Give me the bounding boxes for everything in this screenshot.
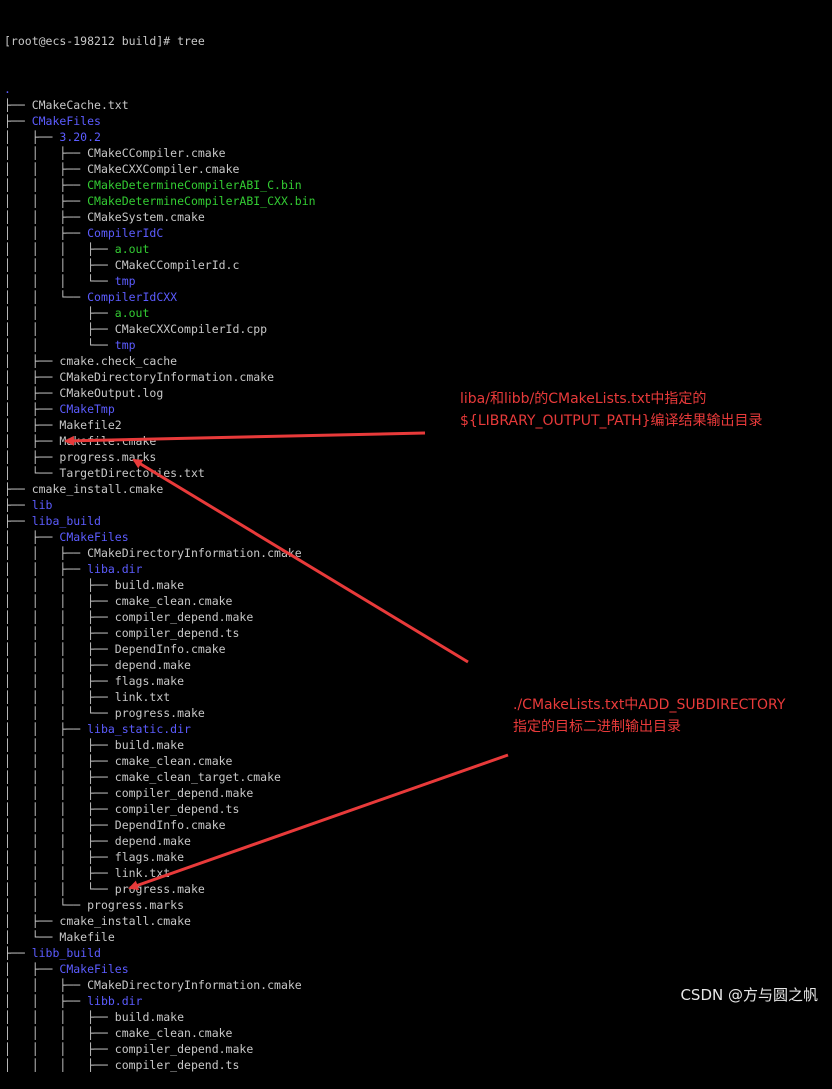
- tree-branch: │ │ │ ├──: [4, 1026, 115, 1040]
- tree-line: │ │ │ ├── cmake_clean.cmake: [4, 1025, 832, 1041]
- tree-branch: │ │ │ ├──: [4, 1058, 115, 1072]
- annotation-subdirectory-output: ./CMakeLists.txt中ADD_SUBDIRECTORY 指定的目标二…: [513, 694, 785, 738]
- annotation-line: ./CMakeLists.txt中ADD_SUBDIRECTORY: [513, 697, 786, 713]
- annotation-line: 指定的目标二进制输出目录: [513, 719, 681, 735]
- file-entry: cmake_clean.cmake: [114, 1026, 233, 1040]
- watermark: CSDN @方与圆之帆: [680, 986, 818, 1004]
- tree-branch: │ │ │ ├──: [4, 1042, 115, 1056]
- annotation-line: liba/和libb/的CMakeLists.txt中指定的: [460, 391, 707, 407]
- arrow-to-lib: [64, 431, 426, 446]
- annotation-arrows: [64, 431, 509, 891]
- file-entry: compiler_depend.make: [114, 1042, 254, 1056]
- arrow-to-liba-build: [132, 458, 469, 664]
- tree-line: │ │ │ ├── compiler_depend.make: [4, 1041, 832, 1057]
- arrow-to-libb-build: [128, 753, 509, 891]
- file-entry: compiler_depend.ts: [114, 1058, 240, 1072]
- annotation-library-output: liba/和libb/的CMakeLists.txt中指定的 ${LIBRARY…: [460, 388, 763, 432]
- annotation-line: ${LIBRARY_OUTPUT_PATH}编译结果输出目录: [460, 413, 763, 429]
- tree-line: │ │ │ ├── compiler_depend.ts: [4, 1057, 832, 1073]
